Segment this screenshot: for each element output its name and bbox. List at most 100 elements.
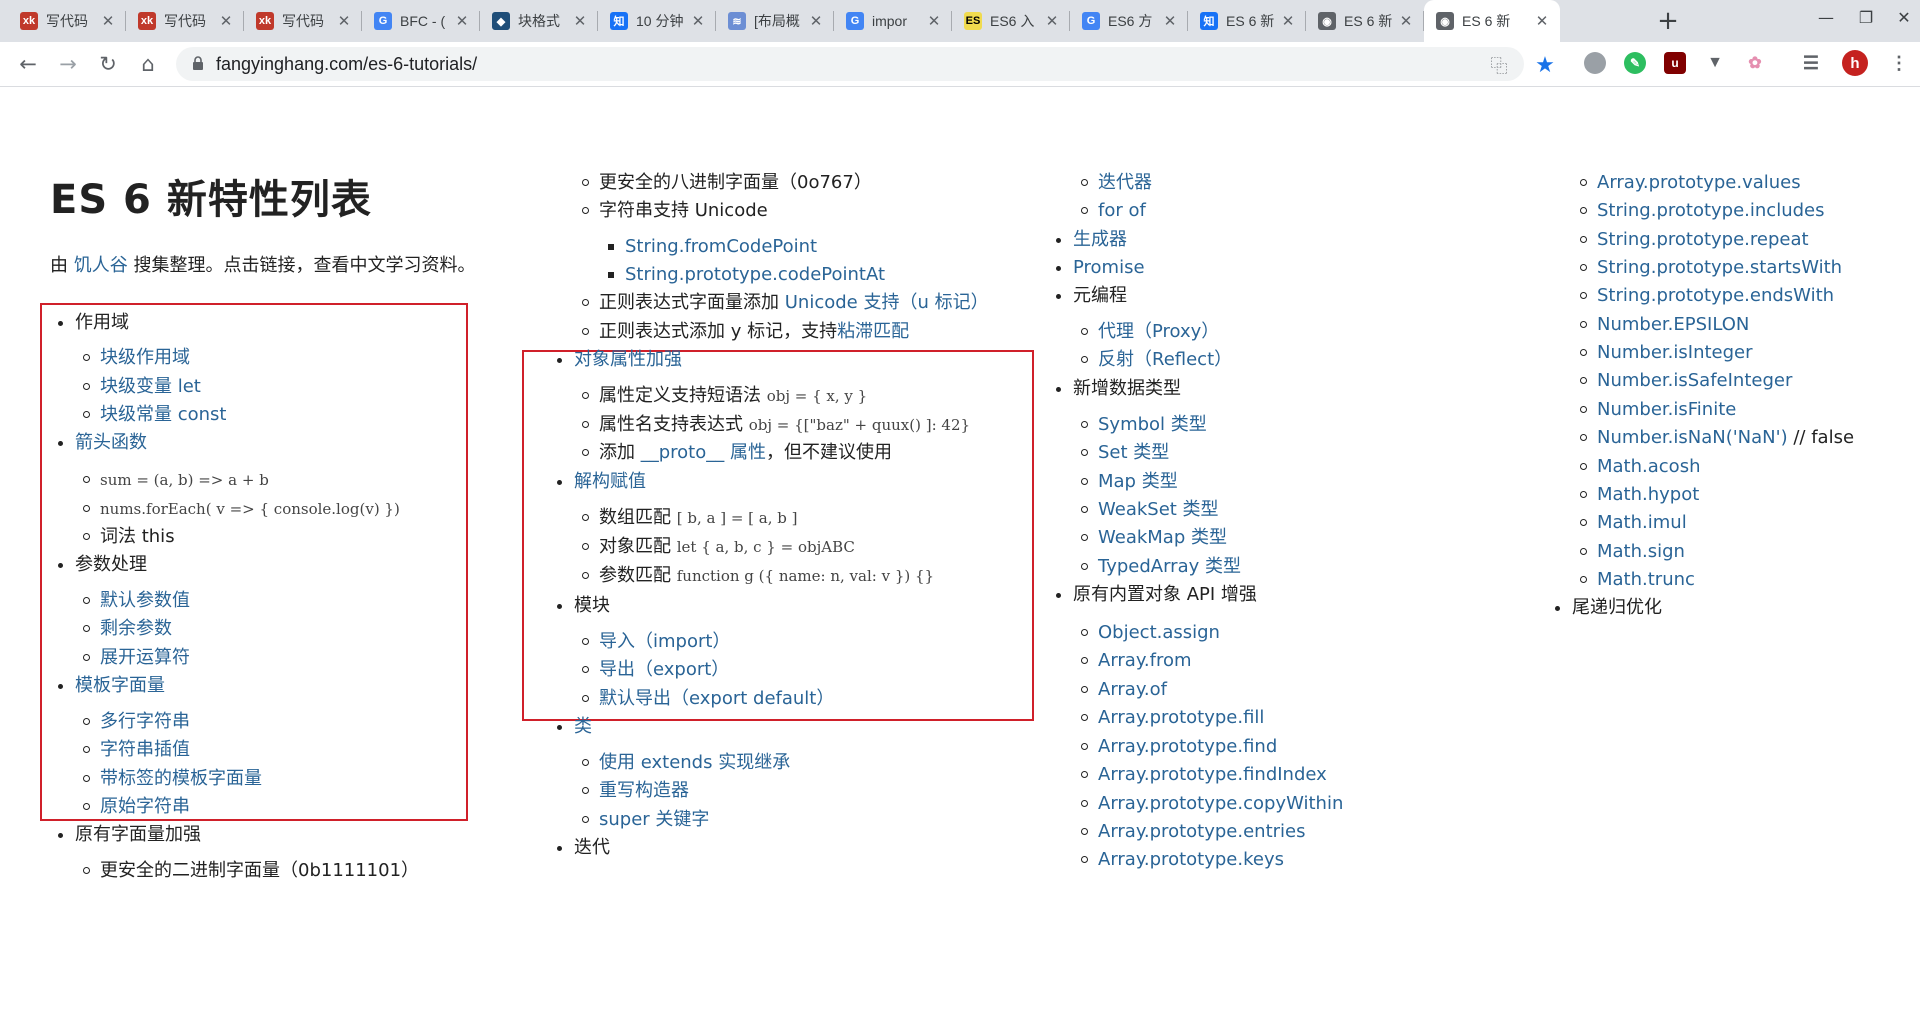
browser-tab[interactable]: 知 10 分钟 ✕ (598, 0, 716, 42)
link-math[interactable]: Math.imul (1580, 510, 1687, 536)
link-interpolation[interactable]: 字符串插值 (83, 737, 190, 763)
close-tab-icon[interactable]: ✕ (100, 12, 116, 30)
link-type[interactable]: WeakSet 类型 (1081, 497, 1219, 523)
link-type[interactable]: Set 类型 (1080, 440, 1169, 466)
close-tab-icon[interactable]: ✕ (1044, 12, 1060, 30)
link-type[interactable]: Symbol 类型 (1081, 412, 1207, 438)
close-window-button[interactable]: ✕ (1884, 8, 1920, 32)
maximize-button[interactable]: ❐ (1846, 8, 1886, 32)
link-api[interactable]: Number.isInteger (1580, 340, 1753, 366)
link-type[interactable]: TypedArray 类型 (1081, 554, 1241, 580)
link-reflect[interactable]: 反射（Reflect） (1080, 347, 1232, 373)
link-api[interactable]: Array.prototype.values (1580, 170, 1801, 196)
author-link[interactable]: 饥人谷 (74, 255, 128, 276)
link-proto[interactable]: __proto__ 属性 (641, 442, 766, 463)
link-api[interactable]: Object.assign (1081, 620, 1220, 646)
close-tab-icon[interactable]: ✕ (808, 12, 824, 30)
home-icon[interactable]: ⌂ (134, 50, 162, 78)
browser-tab[interactable]: Gimpor ✕ (834, 0, 952, 42)
url-text[interactable]: fangyinghang.com/es-6-tutorials/ (216, 54, 477, 75)
close-tab-icon[interactable]: ✕ (926, 12, 942, 30)
link-object-enhance[interactable]: 对象属性加强 (557, 347, 682, 373)
link-multiline-strings[interactable]: 多行字符串 (83, 709, 190, 735)
link-api[interactable]: String.prototype.includes (1579, 198, 1824, 224)
forward-arrow-icon[interactable]: → (54, 50, 82, 78)
browser-tab[interactable]: ES ES6 入 ✕ (952, 0, 1070, 42)
link-api[interactable]: Array.prototype.find (1080, 734, 1277, 760)
avatar[interactable]: h (1842, 50, 1868, 76)
link-destructuring[interactable]: 解构赋值 (557, 469, 646, 495)
browser-tab[interactable]: 知 ES 6 新 ✕ (1188, 0, 1306, 42)
browser-tab[interactable]: xk 写代码 ✕ (244, 0, 362, 42)
link-const[interactable]: 块级常量 const (82, 402, 226, 428)
link-proxy[interactable]: 代理（Proxy） (1080, 319, 1219, 345)
ublock-icon[interactable]: u (1664, 52, 1686, 74)
link-math[interactable]: Math.hypot (1579, 482, 1699, 508)
link-generator[interactable]: 生成器 (1056, 227, 1127, 253)
link-codepointat[interactable]: String.prototype.codePointAt (607, 262, 885, 288)
link-constructor[interactable]: 重写构造器 (582, 778, 689, 804)
link-api[interactable]: Array.prototype.entries (1080, 819, 1305, 845)
minimize-button[interactable]: — (1806, 8, 1846, 32)
link-math[interactable]: Math.acosh (1579, 454, 1700, 480)
link-api[interactable]: Array.from (1081, 648, 1192, 674)
address-bar[interactable]: fangyinghang.com/es-6-tutorials/ ⿻ (176, 47, 1524, 81)
close-tab-icon[interactable]: ✕ (1398, 12, 1414, 30)
extension-circle-icon[interactable] (1584, 52, 1606, 74)
link-iterator[interactable]: 迭代器 (1081, 170, 1152, 196)
close-tab-icon[interactable]: ✕ (690, 12, 706, 30)
close-tab-icon[interactable]: ✕ (572, 12, 588, 30)
browser-tab[interactable]: xk 写代码 ✕ (8, 0, 126, 42)
back-arrow-icon[interactable]: ← (14, 50, 42, 78)
link-api[interactable]: Array.prototype.keys (1081, 847, 1284, 873)
reading-list-icon[interactable]: ☰ (1800, 52, 1822, 74)
link-type[interactable]: Map 类型 (1081, 469, 1178, 495)
link-arrow-functions[interactable]: 箭头函数 (58, 430, 147, 456)
new-tab-button[interactable]: + (1654, 8, 1682, 36)
link-template-literals[interactable]: 模板字面量 (58, 673, 165, 699)
vue-devtools-icon[interactable]: ▼ (1704, 52, 1726, 74)
link-fromcodepoint[interactable]: String.fromCodePoint (607, 234, 817, 260)
link-api[interactable]: Array.of (1081, 677, 1167, 703)
link-import[interactable]: 导入（import） (581, 629, 730, 655)
gift-icon[interactable]: ✿ (1744, 52, 1766, 74)
link-raw-strings[interactable]: 原始字符串 (83, 794, 190, 820)
link-regex-unicode[interactable]: Unicode 支持（u 标记） (785, 292, 989, 313)
link-for-of[interactable]: for of (1081, 198, 1146, 224)
link-api[interactable]: Array.prototype.findIndex (1081, 762, 1327, 788)
link-sticky-match[interactable]: 粘滞匹配 (837, 321, 909, 342)
link-class[interactable]: 类 (557, 714, 592, 740)
link-api[interactable]: String.prototype.endsWith (1579, 283, 1834, 309)
close-tab-icon[interactable]: ✕ (336, 12, 352, 30)
close-tab-icon[interactable]: ✕ (1162, 12, 1178, 30)
link-api[interactable]: String.prototype.startsWith (1579, 255, 1842, 281)
link-rest-params[interactable]: 剩余参数 (83, 616, 172, 642)
link-spread[interactable]: 展开运算符 (83, 645, 190, 671)
link-super[interactable]: super 关键字 (581, 807, 709, 833)
link-extends[interactable]: 使用 extends 实现继承 (581, 750, 790, 776)
link-math[interactable]: Math.trunc (1580, 567, 1695, 593)
close-tab-icon[interactable]: ✕ (1280, 12, 1296, 30)
close-tab-icon[interactable]: ✕ (1534, 12, 1550, 30)
link-api[interactable]: Number.isSafeInteger (1579, 368, 1792, 394)
link-export-default[interactable]: 默认导出（export default） (581, 686, 834, 712)
link-promise[interactable]: Promise (1056, 255, 1145, 281)
link-tagged-template[interactable]: 带标签的模板字面量 (83, 766, 262, 792)
evernote-icon[interactable]: ✎ (1624, 52, 1646, 74)
browser-tab[interactable]: xk 写代码 ✕ (126, 0, 244, 42)
link-math[interactable]: Math.sign (1580, 539, 1685, 565)
link-api[interactable]: Array.prototype.copyWithin (1080, 791, 1343, 817)
browser-tab-active[interactable]: ◉ ES 6 新 ✕ (1424, 0, 1560, 42)
browser-tab[interactable]: G BFC - (✕ (362, 0, 480, 42)
link-isnan[interactable]: Number.isNaN('NaN') (1597, 427, 1788, 448)
translate-icon[interactable]: ⿻ (1488, 52, 1510, 77)
link-export[interactable]: 导出（export） (581, 657, 729, 683)
menu-kebab-icon[interactable]: ⋮ (1888, 52, 1910, 74)
browser-tab[interactable]: ◉ ES 6 新 ✕ (1306, 0, 1424, 42)
link-api[interactable]: String.prototype.repeat (1580, 227, 1809, 253)
close-tab-icon[interactable]: ✕ (454, 12, 470, 30)
browser-tab[interactable]: G ES6 方 ✕ (1070, 0, 1188, 42)
link-api[interactable]: Number.isFinite (1579, 397, 1736, 423)
close-tab-icon[interactable]: ✕ (218, 12, 234, 30)
reload-icon[interactable]: ↻ (94, 50, 122, 78)
